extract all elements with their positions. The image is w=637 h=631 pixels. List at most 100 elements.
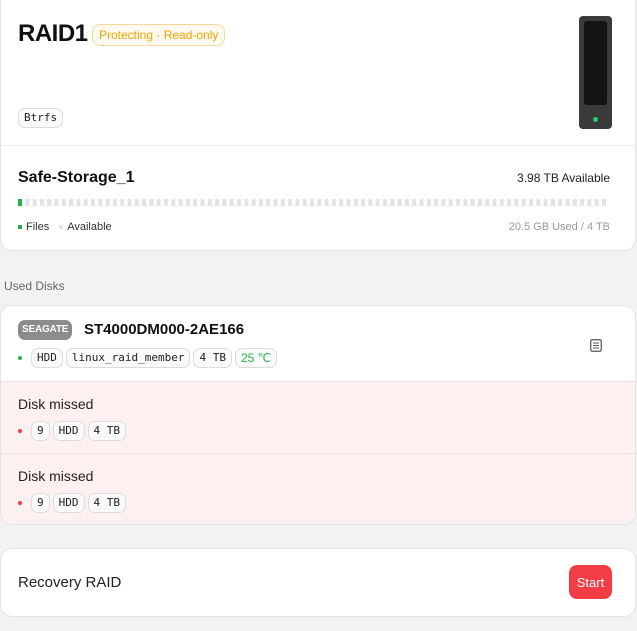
usage-segment-free bbox=[47, 199, 52, 206]
filesystem-badge: Btrfs bbox=[18, 108, 64, 128]
usage-segment-free bbox=[514, 199, 519, 206]
usage-segment-free bbox=[404, 199, 409, 206]
usage-segment-free bbox=[54, 199, 59, 206]
usage-segment-free bbox=[507, 199, 512, 206]
missed-disk-chips: 9 HDD 4 TB bbox=[18, 493, 129, 513]
storage-available: 3.98 TB Available bbox=[517, 171, 610, 185]
missed-disk-row: Disk missed 9 HDD 4 TB bbox=[1, 381, 635, 453]
usage-segment-free bbox=[390, 199, 395, 206]
usage-segment-free bbox=[536, 199, 541, 206]
usage-segment-free bbox=[572, 199, 577, 206]
usage-segment-free bbox=[98, 199, 103, 206]
storage-name: Safe-Storage_1 bbox=[18, 169, 135, 186]
usage-segment-free bbox=[434, 199, 439, 206]
usage-segment-free bbox=[550, 199, 555, 206]
usage-segment-free bbox=[134, 199, 139, 206]
usage-segment-free bbox=[361, 199, 366, 206]
status-dot bbox=[18, 356, 22, 360]
files-swatch bbox=[18, 225, 22, 229]
usage-text: 20.5 GB Used / 4 TB bbox=[508, 221, 610, 233]
usage-segment-free bbox=[302, 199, 307, 206]
usage-segment-free bbox=[324, 199, 329, 206]
usage-segment-free bbox=[61, 199, 66, 206]
usage-segment-free bbox=[149, 199, 154, 206]
disk-row[interactable]: SEAGATE ST4000DM000-2AE166 HDD linux_rai… bbox=[1, 306, 635, 381]
used-disks-card: SEAGATE ST4000DM000-2AE166 HDD linux_rai… bbox=[0, 305, 636, 525]
usage-bar bbox=[18, 199, 612, 206]
usage-segment-free bbox=[258, 199, 263, 206]
usage-segment-free bbox=[193, 199, 198, 206]
usage-segment-free bbox=[565, 199, 570, 206]
usage-segment-free bbox=[295, 199, 300, 206]
usage-segment-free bbox=[69, 199, 74, 206]
usage-segment-free bbox=[288, 199, 293, 206]
section-title-used-disks: Used Disks bbox=[4, 279, 65, 293]
usage-segment-free bbox=[251, 199, 256, 206]
raid-title: RAID1 bbox=[18, 20, 88, 47]
usage-segment-free bbox=[485, 199, 490, 206]
disk-model: ST4000DM000-2AE166 bbox=[84, 321, 245, 338]
usage-segment-free bbox=[142, 199, 147, 206]
usage-segment-free bbox=[112, 199, 117, 206]
missed-disk-title: Disk missed bbox=[18, 468, 94, 484]
usage-segment-free bbox=[317, 199, 322, 206]
usage-segment-free bbox=[419, 199, 424, 206]
disk-type-chip: HDD bbox=[52, 493, 85, 513]
recovery-label: Recovery RAID bbox=[18, 574, 122, 591]
usage-bar-graphic bbox=[18, 199, 606, 206]
slot-chip: 9 bbox=[31, 421, 50, 441]
usage-segment-free bbox=[456, 199, 460, 206]
usage-segment-free bbox=[383, 199, 387, 206]
usage-segment-free bbox=[412, 199, 417, 206]
disk-type-chip: HDD bbox=[52, 421, 85, 441]
legend-files-label: Files bbox=[26, 221, 50, 233]
usage-segment-free bbox=[448, 199, 453, 206]
usage-segment-free bbox=[185, 199, 190, 206]
usage-segment-free bbox=[463, 199, 468, 206]
usage-segment-free bbox=[470, 199, 475, 206]
usage-segment-free bbox=[105, 199, 110, 206]
usage-segment-free bbox=[273, 199, 278, 206]
usage-segment-free bbox=[237, 199, 241, 206]
missed-disk-title: Disk missed bbox=[18, 396, 94, 412]
legend-available-label: Available bbox=[67, 221, 112, 233]
disk-type-chip: HDD bbox=[31, 348, 63, 368]
usage-segment-used bbox=[18, 199, 22, 206]
usage-segment-free bbox=[76, 199, 81, 206]
usage-segment-free bbox=[375, 199, 380, 206]
legend-files: Files bbox=[18, 221, 49, 233]
recovery-card: Recovery RAID Start bbox=[0, 548, 636, 617]
usage-segment-free bbox=[127, 199, 132, 206]
missed-disk-chips: 9 HDD 4 TB bbox=[18, 421, 129, 441]
usage-segment-free bbox=[222, 199, 227, 206]
usage-segment-free bbox=[426, 199, 431, 206]
brand-badge: SEAGATE bbox=[18, 320, 73, 340]
usage-segment-free bbox=[558, 199, 563, 206]
usage-segment-free bbox=[580, 199, 585, 206]
usage-segment-free bbox=[171, 199, 176, 206]
usage-segment-free bbox=[543, 199, 548, 206]
disk-size-chip: 4 TB bbox=[193, 348, 232, 368]
raid-header: RAID1 Protecting · Read-only Btrfs bbox=[1, 0, 635, 146]
usage-segment-free bbox=[229, 199, 234, 206]
usage-segment-free bbox=[310, 199, 314, 206]
missed-disk-row: Disk missed 9 HDD 4 TB bbox=[1, 453, 635, 524]
raid-card: RAID1 Protecting · Read-only Btrfs Safe-… bbox=[0, 0, 636, 251]
error-dot bbox=[18, 429, 22, 433]
usage-segment-free bbox=[25, 199, 30, 206]
usage-segment-free bbox=[368, 199, 373, 206]
usage-segment-free bbox=[602, 199, 606, 206]
legend-available: Available bbox=[59, 221, 112, 233]
usage-segment-free bbox=[353, 199, 358, 206]
usage-segment-free bbox=[32, 199, 37, 206]
usage-segment-free bbox=[215, 199, 220, 206]
usage-segment-free bbox=[164, 199, 168, 206]
start-button[interactable]: Start bbox=[569, 565, 612, 599]
usage-segment-free bbox=[120, 199, 125, 206]
usage-segment-free bbox=[492, 199, 497, 206]
usage-segment-free bbox=[83, 199, 88, 206]
slot-chip: 9 bbox=[31, 493, 50, 513]
details-icon[interactable] bbox=[590, 339, 602, 352]
usage-segment-free bbox=[244, 199, 249, 206]
available-swatch bbox=[59, 225, 64, 229]
